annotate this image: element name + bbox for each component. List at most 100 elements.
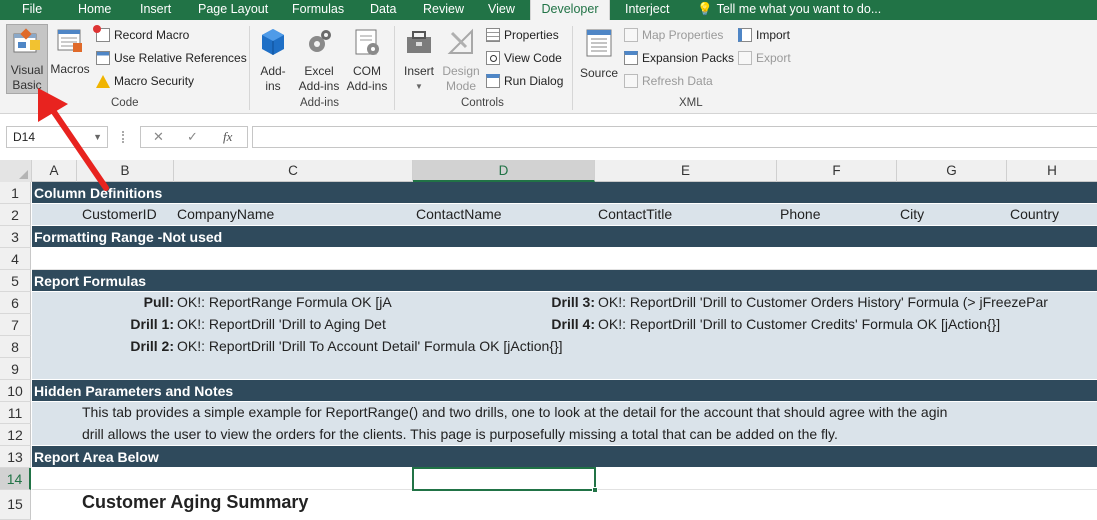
row-header[interactable]: 13 xyxy=(0,446,31,468)
import-icon xyxy=(738,28,752,42)
row-header[interactable]: 3 xyxy=(0,226,31,248)
cell-c7: OK!: ReportDrill 'Drill to Aging Det xyxy=(177,316,386,332)
insert-function-icon[interactable]: fx xyxy=(223,129,232,145)
add-ins-button[interactable]: Add- ins xyxy=(256,27,290,94)
cell-e2: ContactTitle xyxy=(598,206,673,222)
tab-review[interactable]: Review xyxy=(423,0,464,20)
tell-me-search[interactable]: 💡 Tell me what you want to do... xyxy=(697,0,881,20)
cell-h2: Country xyxy=(1010,206,1060,222)
tab-interject[interactable]: Interject xyxy=(625,0,669,20)
map-properties-label: Map Properties xyxy=(642,28,724,42)
run-dialog-label: Run Dialog xyxy=(504,74,564,88)
select-all-triangle-icon xyxy=(19,170,28,179)
column-header-e[interactable]: E xyxy=(595,160,777,182)
row-header[interactable]: 7 xyxy=(0,314,31,336)
column-header-g[interactable]: G xyxy=(897,160,1007,182)
add-ins-icon xyxy=(262,29,284,55)
report-title: Customer Aging Summary xyxy=(82,492,309,512)
enter-icon[interactable]: ✓ xyxy=(187,129,198,145)
cell-b2: CustomerID xyxy=(82,206,157,222)
map-properties-button[interactable]: Map Properties xyxy=(624,26,723,46)
com-add-ins-label-2: Add-ins xyxy=(346,79,388,93)
column-header-h[interactable]: H xyxy=(1007,160,1097,182)
row-header[interactable]: 12 xyxy=(0,424,31,446)
column-headers: A B C D E F G H xyxy=(0,160,1097,182)
column-header-b[interactable]: B xyxy=(77,160,174,182)
export-icon xyxy=(738,51,752,65)
tab-file[interactable]: File xyxy=(22,0,42,20)
column-header-f[interactable]: F xyxy=(777,160,897,182)
row-header[interactable]: 5 xyxy=(0,270,31,292)
tab-formulas[interactable]: Formulas xyxy=(292,0,344,20)
code-group-label: Code xyxy=(111,97,139,109)
add-ins-label-1: Add- xyxy=(260,64,286,78)
com-add-ins-button[interactable]: COM Add-ins xyxy=(344,27,390,94)
cell-g2: City xyxy=(900,206,925,222)
use-relative-references-button[interactable]: Use Relative References xyxy=(96,49,247,69)
add-ins-label-2: ins xyxy=(265,79,281,93)
row-header[interactable]: 15 xyxy=(0,490,31,520)
refresh-data-button[interactable]: Refresh Data xyxy=(624,72,713,92)
cancel-icon[interactable]: ✕ xyxy=(153,129,164,145)
row-header[interactable]: 4 xyxy=(0,248,31,270)
cell-f2: Phone xyxy=(780,206,821,222)
column-header-d[interactable]: D xyxy=(413,160,595,182)
cell-b7: Drill 1: xyxy=(130,316,174,332)
name-box[interactable]: D14 ▼ xyxy=(6,126,108,148)
row-header[interactable]: 1 xyxy=(0,182,31,204)
formula-bar-grip[interactable] xyxy=(122,131,125,143)
export-button[interactable]: Export xyxy=(738,49,791,69)
tab-data[interactable]: Data xyxy=(370,0,396,20)
relative-references-label: Use Relative References xyxy=(114,51,247,65)
tell-me-text: Tell me what you want to do... xyxy=(716,2,882,16)
cell-c2: CompanyName xyxy=(177,206,275,222)
row-header[interactable]: 8 xyxy=(0,336,31,358)
tab-page-layout[interactable]: Page Layout xyxy=(198,0,268,20)
view-code-button[interactable]: View Code xyxy=(486,49,562,69)
ribbon-separator xyxy=(249,26,250,110)
tab-developer[interactable]: Developer xyxy=(530,0,610,20)
row-header[interactable]: 9 xyxy=(0,358,31,380)
excel-add-ins-label-2: Add-ins xyxy=(298,79,340,93)
run-dialog-button[interactable]: Run Dialog xyxy=(486,72,563,92)
column-header-a[interactable]: A xyxy=(32,160,77,182)
column-header-c[interactable]: C xyxy=(174,160,413,182)
com-add-ins-icon xyxy=(355,29,379,55)
expansion-packs-icon xyxy=(624,51,638,65)
insert-control-button[interactable]: Insert ▼ xyxy=(400,27,438,94)
xml-source-button[interactable]: Source xyxy=(578,27,620,81)
excel-add-ins-label-1: Excel xyxy=(304,64,334,78)
ribbon: Visual Basic Macros Record Macro Use Rel… xyxy=(0,20,1097,114)
active-cell-d14[interactable] xyxy=(412,467,598,493)
tab-view[interactable]: View xyxy=(488,0,515,20)
select-all-button[interactable] xyxy=(0,160,32,182)
tab-insert[interactable]: Insert xyxy=(140,0,171,20)
expansion-packs-button[interactable]: Expansion Packs xyxy=(624,49,734,69)
row-header[interactable]: 2 xyxy=(0,204,31,226)
row-header[interactable]: 11 xyxy=(0,402,31,424)
properties-button[interactable]: Properties xyxy=(486,26,559,46)
cell-e7: OK!: ReportDrill 'Drill to Customer Cred… xyxy=(598,316,1001,332)
visual-basic-button[interactable]: Visual Basic xyxy=(6,24,48,94)
tab-home[interactable]: Home xyxy=(78,0,111,20)
row-4 xyxy=(32,248,1097,270)
record-macro-button[interactable]: Record Macro xyxy=(93,25,189,46)
macros-button[interactable]: Macros xyxy=(50,27,90,93)
cell-b8: Drill 2: xyxy=(130,338,174,354)
column-definitions-header: Column Definitions xyxy=(32,182,1097,204)
expansion-packs-label: Expansion Packs xyxy=(642,51,735,65)
formatting-range-header: Formatting Range -Not used xyxy=(32,226,1097,248)
report-formulas-header: Report Formulas xyxy=(32,270,1097,292)
formula-input[interactable] xyxy=(252,126,1097,148)
fill-handle[interactable] xyxy=(592,487,598,493)
import-button[interactable]: Import xyxy=(738,26,790,46)
row-header[interactable]: 6 xyxy=(0,292,31,314)
row-header[interactable]: 10 xyxy=(0,380,31,402)
row-header[interactable]: 14 xyxy=(0,468,31,490)
design-mode-button[interactable]: Design Mode xyxy=(440,27,482,94)
excel-add-ins-button[interactable]: Excel Add-ins xyxy=(296,27,342,94)
cell-d7: Drill 4: xyxy=(551,316,595,332)
lightbulb-icon: 💡 xyxy=(697,2,713,16)
chevron-down-icon[interactable]: ▼ xyxy=(93,127,102,147)
macro-security-button[interactable]: Macro Security xyxy=(96,72,194,92)
